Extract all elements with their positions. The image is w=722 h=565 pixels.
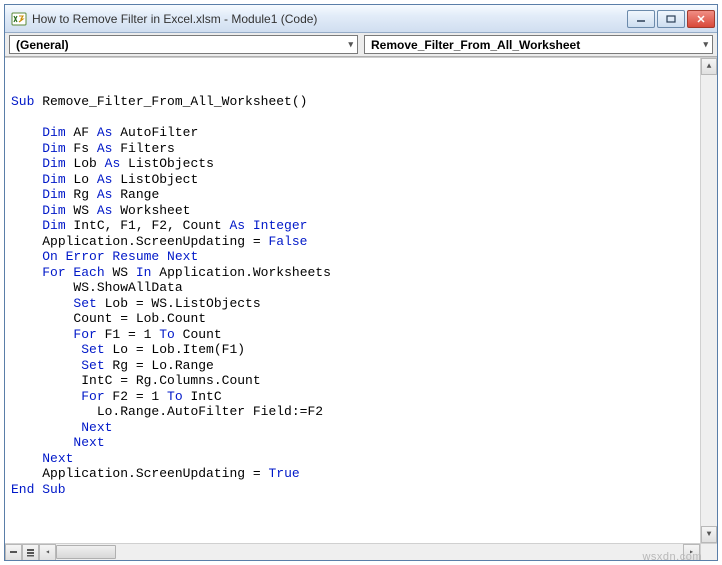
horizontal-scroll-thumb[interactable] bbox=[56, 545, 116, 559]
close-button[interactable] bbox=[687, 10, 715, 28]
procedure-dropdown-value: Remove_Filter_From_All_Worksheet bbox=[371, 38, 580, 52]
titlebar[interactable]: How to Remove Filter in Excel.xlsm - Mod… bbox=[5, 5, 717, 33]
vba-code-window: How to Remove Filter in Excel.xlsm - Mod… bbox=[4, 4, 718, 561]
object-procedure-bar: (General) ▾ Remove_Filter_From_All_Works… bbox=[5, 33, 717, 57]
full-module-view-button[interactable] bbox=[22, 544, 39, 560]
window-title: How to Remove Filter in Excel.xlsm - Mod… bbox=[32, 12, 627, 26]
scroll-left-button[interactable]: ◂ bbox=[39, 544, 56, 560]
horizontal-scroll-track[interactable] bbox=[56, 544, 683, 560]
watermark: wsxdn.com bbox=[642, 551, 702, 563]
chevron-down-icon: ▾ bbox=[703, 39, 708, 50]
code-editor[interactable]: Sub Remove_Filter_From_All_Worksheet() D… bbox=[5, 57, 717, 560]
vba-module-icon bbox=[11, 11, 27, 27]
minimize-button[interactable] bbox=[627, 10, 655, 28]
procedure-dropdown[interactable]: Remove_Filter_From_All_Worksheet ▾ bbox=[364, 35, 713, 54]
scroll-up-button[interactable]: ▲ bbox=[701, 58, 717, 75]
chevron-down-icon: ▾ bbox=[348, 39, 353, 50]
maximize-button[interactable] bbox=[657, 10, 685, 28]
procedure-view-button[interactable] bbox=[5, 544, 22, 560]
horizontal-scrollbar[interactable]: ◂ ▸ bbox=[5, 543, 700, 560]
code-content[interactable]: Sub Remove_Filter_From_All_Worksheet() D… bbox=[5, 92, 717, 497]
vertical-scrollbar[interactable]: ▲ ▼ bbox=[700, 58, 717, 543]
scroll-down-button[interactable]: ▼ bbox=[701, 526, 717, 543]
object-dropdown[interactable]: (General) ▾ bbox=[9, 35, 358, 54]
object-dropdown-value: (General) bbox=[16, 38, 69, 52]
scrollbar-corner bbox=[700, 543, 717, 560]
